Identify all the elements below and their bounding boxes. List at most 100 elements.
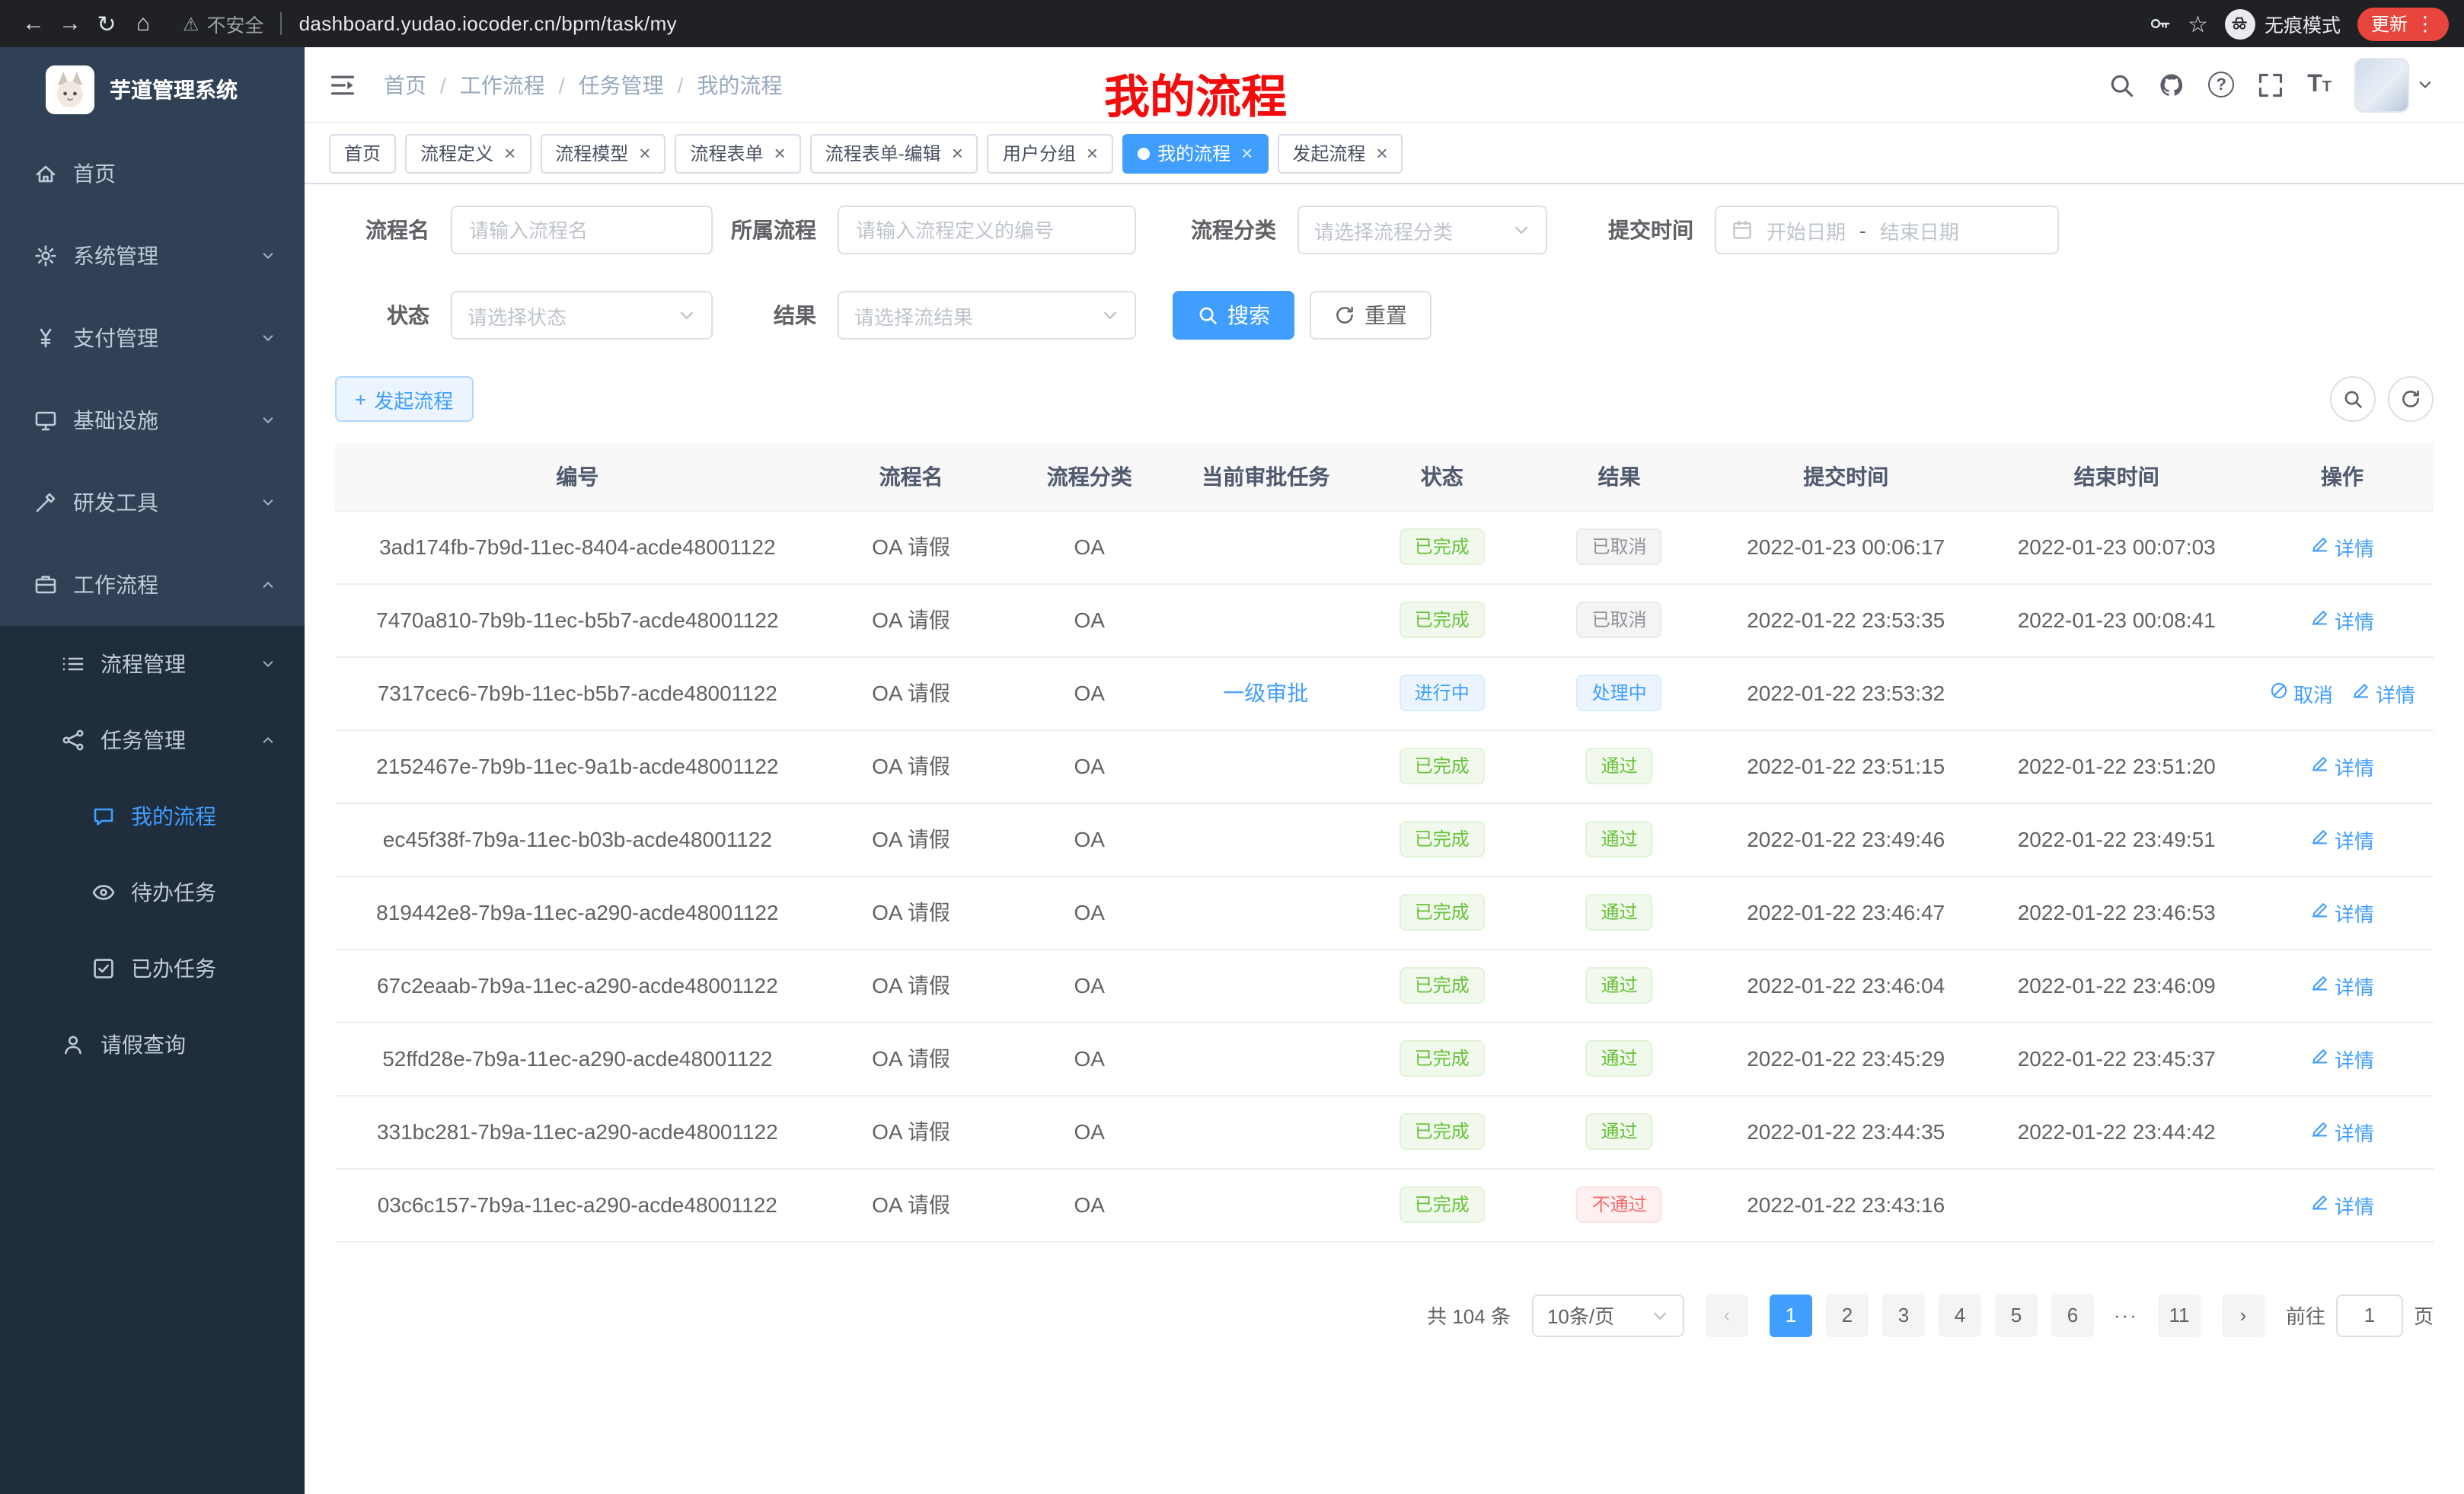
sidebar-item-label: 已办任务 xyxy=(131,953,216,984)
detail-action-link[interactable]: 详情 xyxy=(2310,605,2374,634)
bookmark-star-icon[interactable]: ☆ xyxy=(2188,10,2208,37)
browser-forward-icon[interactable]: → xyxy=(52,5,88,42)
sidebar-item-todo-tasks[interactable]: 待办任务 xyxy=(0,854,305,931)
help-icon[interactable]: ? xyxy=(2208,72,2234,97)
avatar[interactable] xyxy=(2354,57,2409,112)
sidebar-item-process-mgmt[interactable]: 流程管理 xyxy=(0,626,305,702)
process-name-input[interactable] xyxy=(451,206,713,254)
breadcrumb-item[interactable]: 首页 xyxy=(384,69,426,100)
close-icon[interactable]: × xyxy=(774,143,786,163)
address-bar[interactable]: ⚠ 不安全 dashboard.yudao.iocoder.cn/bpm/tas… xyxy=(183,9,2148,38)
pager-prev-button[interactable]: ‹ xyxy=(1706,1294,1748,1336)
detail-action-link[interactable]: 详情 xyxy=(2310,971,2374,1000)
header-search-icon[interactable] xyxy=(2108,71,2135,98)
submit-time-range-picker[interactable]: 开始日期 - 结束日期 xyxy=(1715,206,2059,254)
font-size-icon[interactable]: TT xyxy=(2307,72,2332,97)
sidebar-item-task-mgmt[interactable]: 任务管理 xyxy=(0,702,305,778)
chat-icon xyxy=(91,804,116,828)
tab-item[interactable]: 用户分组× xyxy=(988,133,1113,173)
chevron-up-icon xyxy=(259,731,277,749)
tab-item[interactable]: 流程模型× xyxy=(540,133,665,173)
detail-action-link[interactable]: 详情 xyxy=(2310,825,2374,854)
security-label[interactable]: 不安全 xyxy=(207,9,264,38)
pager-page[interactable]: 1 xyxy=(1770,1294,1812,1336)
pager-page[interactable]: 5 xyxy=(1995,1294,2038,1336)
tab-item[interactable]: 流程表单× xyxy=(675,133,800,173)
table-cell xyxy=(1176,803,1355,876)
breadcrumb-item[interactable]: 工作流程 xyxy=(460,69,545,100)
tab-item[interactable]: 发起流程× xyxy=(1277,133,1403,173)
goto-page-input[interactable] xyxy=(2336,1294,2403,1336)
table-cell: 67c2eaab-7b9a-11ec-a290-acde48001122 xyxy=(335,949,820,1022)
close-icon[interactable]: × xyxy=(639,143,650,163)
pager-page[interactable]: 2 xyxy=(1826,1294,1869,1336)
fullscreen-icon[interactable] xyxy=(2257,71,2284,98)
breadcrumb-item[interactable]: 任务管理 xyxy=(579,69,664,100)
github-icon[interactable] xyxy=(2158,71,2185,98)
tab-item[interactable]: 首页 xyxy=(329,133,396,173)
sidebar-item-done-tasks[interactable]: 已办任务 xyxy=(0,931,305,1007)
tab-label: 流程定义 xyxy=(420,140,493,166)
url-text[interactable]: dashboard.yudao.iocoder.cn/bpm/task/my xyxy=(299,12,678,35)
detail-action-link[interactable]: 详情 xyxy=(2310,1190,2374,1219)
close-icon[interactable]: × xyxy=(1376,143,1387,163)
pager-page[interactable]: 4 xyxy=(1939,1294,1981,1336)
close-icon[interactable]: × xyxy=(504,143,515,163)
pager-page[interactable]: 3 xyxy=(1882,1294,1925,1336)
sidebar-item-payment[interactable]: 支付管理 xyxy=(0,297,305,379)
table-row: 3ad174fb-7b9d-11ec-8404-acde48001122OA 请… xyxy=(335,510,2434,583)
password-key-icon[interactable] xyxy=(2148,12,2171,35)
pager-next-button[interactable]: › xyxy=(2222,1294,2265,1336)
tab-item[interactable]: 我的流程× xyxy=(1122,133,1268,173)
detail-action-link[interactable]: 详情 xyxy=(2310,532,2374,561)
user-menu[interactable] xyxy=(2354,57,2434,112)
submit-time: 2022-01-22 23:46:04 xyxy=(1747,973,1945,998)
table-row: 52ffd28e-7b9a-11ec-a290-acde48001122OA 请… xyxy=(335,1022,2434,1095)
cancel-action-link[interactable]: 取消 xyxy=(2269,678,2333,707)
category-select[interactable]: 请选择流程分类 xyxy=(1297,206,1547,254)
process-category: OA xyxy=(1074,900,1105,924)
table-cell: 2022-01-22 23:53:32 xyxy=(1709,656,1982,729)
browser-update-button[interactable]: 更新 ⋮ xyxy=(2357,7,2449,40)
result-select[interactable]: 请选择流结果 xyxy=(838,291,1136,340)
detail-action-link[interactable]: 详情 xyxy=(2351,678,2415,707)
sidebar-item-workflow[interactable]: 工作流程 xyxy=(0,544,305,626)
detail-action-link[interactable]: 详情 xyxy=(2310,1117,2374,1146)
sidebar-item-home[interactable]: 首页 xyxy=(0,132,305,215)
current-task-link[interactable]: 一级审批 xyxy=(1223,681,1308,705)
column-header: 结果 xyxy=(1529,443,1709,510)
collapse-menu-icon[interactable] xyxy=(329,71,356,98)
table-cell: 已完成 xyxy=(1355,949,1529,1022)
pager-more[interactable]: ··· xyxy=(2108,1304,2144,1326)
tab-item[interactable]: 流程表单-编辑× xyxy=(810,133,978,173)
sidebar-item-my-process[interactable]: 我的流程 xyxy=(0,778,305,854)
browser-reload-icon[interactable]: ↻ xyxy=(88,5,125,42)
close-icon[interactable]: × xyxy=(952,143,963,163)
pager-page[interactable]: 11 xyxy=(2158,1294,2201,1336)
table-cell: 不通过 xyxy=(1529,1168,1709,1241)
sidebar-item-system[interactable]: 系统管理 xyxy=(0,215,305,297)
detail-action-link[interactable]: 详情 xyxy=(2310,1044,2374,1073)
sidebar-item-leave-query[interactable]: 请假查询 xyxy=(0,1007,305,1083)
browser-back-icon[interactable]: ← xyxy=(15,5,52,42)
create-process-button[interactable]: + 发起流程 xyxy=(335,376,473,422)
toggle-search-button[interactable] xyxy=(2330,376,2376,422)
pager-page[interactable]: 6 xyxy=(2051,1294,2094,1336)
close-icon[interactable]: × xyxy=(1241,143,1253,163)
sidebar-item-infrastructure[interactable]: 基础设施 xyxy=(0,379,305,461)
browser-menu-dots-icon[interactable]: ⋮ xyxy=(2415,14,2435,34)
owner-process-input[interactable] xyxy=(838,206,1136,254)
close-icon[interactable]: × xyxy=(1087,143,1098,163)
tab-item[interactable]: 流程定义 × xyxy=(405,133,531,173)
browser-home-icon[interactable]: ⌂ xyxy=(125,5,161,42)
sidebar-item-devtools[interactable]: 研发工具 xyxy=(0,461,305,544)
search-button[interactable]: 搜索 xyxy=(1173,291,1294,340)
sidebar-item-label: 我的流程 xyxy=(131,801,216,832)
page-size-select[interactable]: 10条/页 xyxy=(1532,1294,1684,1336)
refresh-table-button[interactable] xyxy=(2388,376,2434,422)
detail-action-link[interactable]: 详情 xyxy=(2310,752,2374,781)
detail-action-link[interactable]: 详情 xyxy=(2310,898,2374,927)
reset-button[interactable]: 重置 xyxy=(1310,291,1431,340)
sidebar-item-label: 支付管理 xyxy=(73,323,158,353)
status-select[interactable]: 请选择状态 xyxy=(451,291,713,340)
